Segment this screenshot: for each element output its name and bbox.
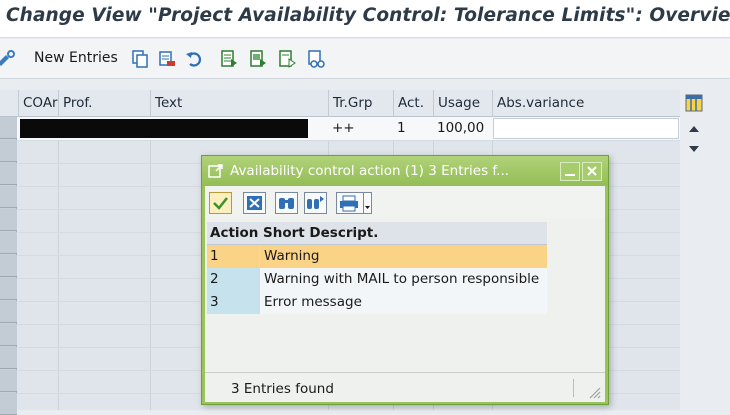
table-header: COAr Prof. Text Tr.Grp Act. Usage Abs.va… <box>0 90 680 117</box>
row-selector[interactable] <box>0 347 17 369</box>
dialog-body: Action Short Descript. 1 Warning 2 Warni… <box>205 186 605 402</box>
list-item[interactable]: 3 Error message <box>207 291 547 314</box>
find-next-icon <box>307 196 324 209</box>
table-settings-icon[interactable] <box>685 94 703 112</box>
cell-tr-grp[interactable]: ++ <box>328 117 393 140</box>
row-selector[interactable] <box>0 370 17 392</box>
minimize-button[interactable] <box>560 162 580 181</box>
find-next-button[interactable] <box>304 192 327 214</box>
status-divider <box>573 379 574 397</box>
column-header-action[interactable]: Action <box>210 225 258 241</box>
dialog-window-icon <box>208 164 223 178</box>
deselect-all-icon[interactable] <box>277 49 297 69</box>
title-bar: Change View "Project Availability Contro… <box>0 0 730 38</box>
glasses-icon[interactable] <box>306 49 326 69</box>
scroll-down-arrow-icon[interactable] <box>685 142 703 156</box>
column-header-coar[interactable]: COAr <box>18 90 58 117</box>
column-header-act[interactable]: Act. <box>393 90 433 117</box>
copy-icon[interactable] <box>130 49 150 69</box>
value-list: Action Short Descript. 1 Warning 2 Warni… <box>207 222 547 347</box>
value-list-header: Action Short Descript. <box>207 222 547 245</box>
customizing-icon[interactable] <box>0 49 16 69</box>
printer-icon <box>340 195 358 212</box>
dialog-toolbar <box>205 186 605 218</box>
redacted-text-block <box>20 119 308 138</box>
row-selector[interactable] <box>0 209 17 231</box>
action-description: Warning <box>259 245 547 268</box>
column-header-short-descript[interactable]: Short Descript. <box>263 225 378 241</box>
scroll-up-arrow-icon[interactable] <box>685 122 703 136</box>
row-selector[interactable] <box>0 163 17 185</box>
row-selector[interactable] <box>0 301 17 323</box>
column-header-text[interactable]: Text <box>150 90 328 117</box>
row-selector[interactable] <box>0 278 17 300</box>
application-toolbar: New Entries <box>0 39 730 79</box>
list-item[interactable]: 2 Warning with MAIL to person responsibl… <box>207 268 547 291</box>
action-value: 3 <box>207 291 259 314</box>
dropdown-arrow-icon <box>365 206 370 209</box>
table-side-panel <box>680 90 730 410</box>
column-header-abs-variance[interactable]: Abs.variance <box>492 90 680 117</box>
dialog-title: Availability control action (1) 3 Entrie… <box>230 163 510 179</box>
availability-control-action-dialog: Availability control action (1) 3 Entrie… <box>201 155 609 405</box>
delete-icon[interactable] <box>157 49 177 69</box>
action-value: 2 <box>207 268 259 291</box>
action-value: 1 <box>207 245 259 268</box>
minimize-icon <box>565 174 575 176</box>
cancel-button[interactable] <box>243 192 266 214</box>
row-selector[interactable] <box>0 393 17 415</box>
close-button[interactable] <box>582 162 602 181</box>
row-selector[interactable] <box>0 117 17 139</box>
row-selector[interactable] <box>0 186 17 208</box>
confirm-button[interactable] <box>209 192 232 214</box>
row-selector[interactable] <box>0 140 17 162</box>
undo-icon[interactable] <box>184 49 204 69</box>
row-selector[interactable] <box>0 255 17 277</box>
column-header-prof[interactable]: Prof. <box>58 90 150 117</box>
table-row[interactable]: ++ 1 100,00 <box>17 117 680 140</box>
close-icon <box>587 166 597 176</box>
find-button[interactable] <box>275 192 298 214</box>
binoculars-icon <box>279 198 294 209</box>
row-selector[interactable] <box>0 232 17 254</box>
resize-grip-icon[interactable] <box>587 385 601 399</box>
action-description: Warning with MAIL to person responsible <box>259 268 547 291</box>
dialog-titlebar[interactable]: Availability control action (1) 3 Entrie… <box>202 156 608 186</box>
page-title: Change View "Project Availability Contro… <box>6 5 730 26</box>
new-entries-button[interactable]: New Entries <box>34 50 118 66</box>
list-item[interactable]: 1 Warning <box>207 245 547 268</box>
select-block-icon[interactable] <box>248 49 268 69</box>
row-selector-column <box>0 90 17 415</box>
cancel-x-icon <box>247 196 262 210</box>
column-header-usage[interactable]: Usage <box>433 90 492 117</box>
select-all-icon[interactable] <box>219 49 239 69</box>
print-button[interactable] <box>336 192 364 214</box>
abs-variance-input[interactable] <box>493 118 679 139</box>
row-selector[interactable] <box>0 324 17 346</box>
column-header-tr-grp[interactable]: Tr.Grp <box>328 90 393 117</box>
checkmark-icon <box>213 197 228 210</box>
dialog-status-bar: 3 Entries found <box>205 372 605 402</box>
entries-found-status: 3 Entries found <box>231 381 334 397</box>
cell-usage[interactable]: 100,00 <box>433 117 492 140</box>
cell-act[interactable]: 1 <box>393 117 433 140</box>
print-options-dropdown[interactable] <box>364 192 372 214</box>
action-description: Error message <box>259 291 547 314</box>
